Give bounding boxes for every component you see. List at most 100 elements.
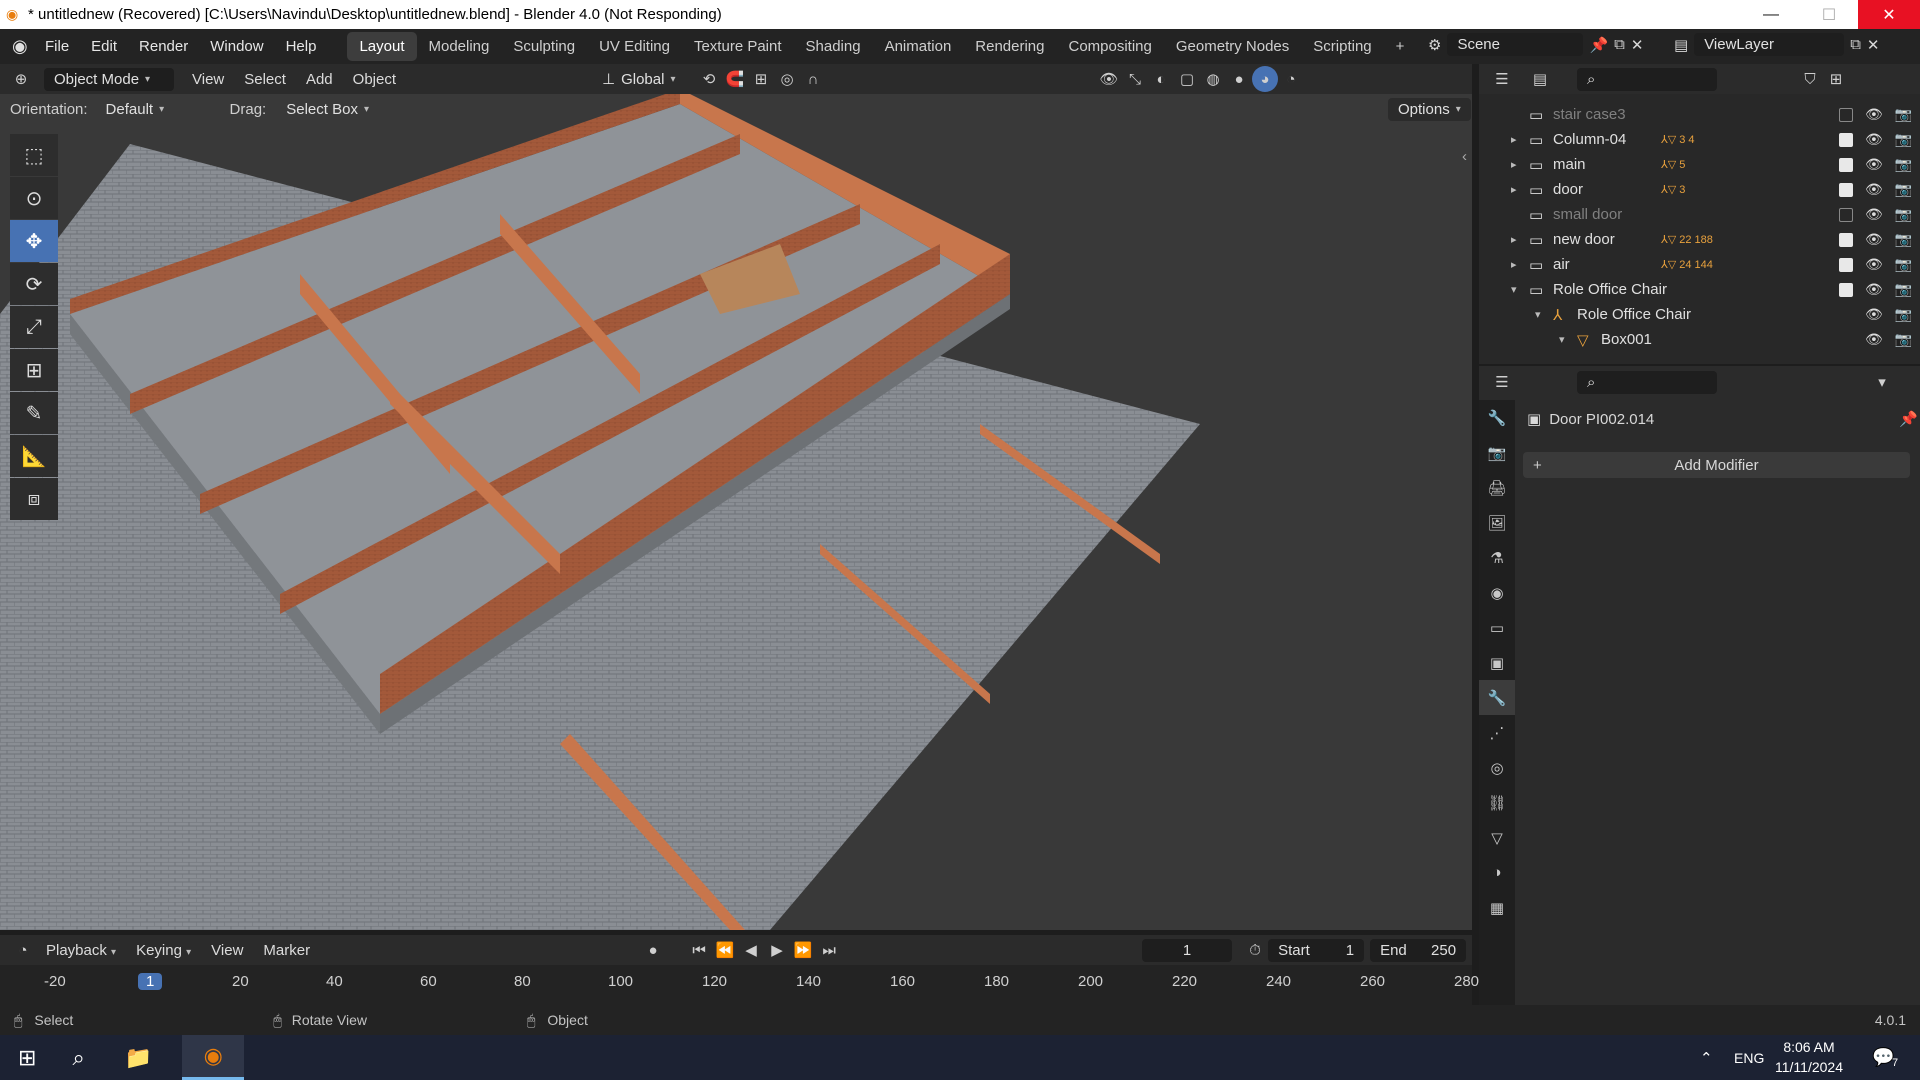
end-frame-field[interactable]: End 250: [1370, 938, 1467, 962]
outliner-row[interactable]: ▾ ▭ Role Office Chair 👁 📷: [1479, 277, 1920, 302]
object-menu[interactable]: Object: [343, 71, 406, 88]
filter-icon[interactable]: ⛉: [1797, 66, 1823, 92]
play-icon[interactable]: ▶: [764, 937, 790, 963]
tab-uv-editing[interactable]: UV Editing: [587, 32, 682, 61]
expand-arrow-icon[interactable]: ▸: [1511, 158, 1517, 171]
snap-icon[interactable]: 🧲: [722, 66, 748, 92]
outliner-row[interactable]: ▾ ⅄ Role Office Chair 👁 📷: [1479, 302, 1920, 327]
tab-shading[interactable]: Shading: [794, 32, 873, 61]
tool-tab-icon[interactable]: 🔧: [1479, 400, 1515, 435]
child-count-badge[interactable]: ⅄▽ 3 4: [1661, 133, 1695, 146]
drag-select[interactable]: Select Box ▾: [276, 98, 379, 121]
playback-menu[interactable]: Playback ▾: [36, 942, 126, 959]
blender-taskbar-icon[interactable]: ◉: [182, 1035, 245, 1080]
orientation-select[interactable]: Default ▾: [96, 98, 216, 121]
jump-end-icon[interactable]: ⏭: [816, 937, 842, 963]
transform-orientation-select[interactable]: ⊥ Global ▾: [592, 67, 688, 91]
tab-sculpting[interactable]: Sculpting: [501, 32, 587, 61]
add-cube-tool-icon[interactable]: ⧈: [10, 478, 58, 520]
menu-window[interactable]: Window: [199, 38, 274, 55]
hide-eye-icon[interactable]: 👁: [1865, 106, 1883, 123]
outliner-row[interactable]: ▭ small door 👁 📷: [1479, 202, 1920, 227]
hide-eye-icon[interactable]: 👁: [1865, 131, 1883, 148]
sidebar-toggle-icon[interactable]: ‹: [1462, 148, 1467, 165]
expand-arrow-icon[interactable]: ▸: [1511, 183, 1517, 196]
collection-tab-icon[interactable]: ▭: [1479, 610, 1515, 645]
viewlayer-field[interactable]: ViewLayer: [1694, 33, 1845, 56]
outliner-row[interactable]: ▸ ▭ door ⅄▽ 3 👁 📷: [1479, 177, 1920, 202]
output-tab-icon[interactable]: 🖨: [1479, 470, 1515, 505]
view-menu[interactable]: View: [182, 71, 234, 88]
marker-menu[interactable]: Marker: [253, 942, 320, 959]
close-button[interactable]: ✕: [1858, 0, 1920, 29]
exclude-checkbox[interactable]: [1839, 207, 1853, 222]
hide-eye-icon[interactable]: 👁: [1865, 306, 1883, 323]
exclude-checkbox[interactable]: [1839, 257, 1853, 272]
transform-tool-icon[interactable]: ⊞: [10, 349, 58, 391]
tab-compositing[interactable]: Compositing: [1057, 32, 1164, 61]
proportional-edit-icon[interactable]: ◎: [774, 66, 800, 92]
texture-tab-icon[interactable]: ▦: [1479, 890, 1515, 925]
new-scene-icon[interactable]: ⧉: [1614, 36, 1625, 53]
add-modifier-button[interactable]: + Add Modifier: [1523, 452, 1910, 478]
outliner-search[interactable]: ⌕: [1577, 67, 1717, 91]
child-count-badge[interactable]: ⅄▽ 24 144: [1661, 258, 1713, 271]
expand-arrow-icon[interactable]: ▾: [1559, 333, 1565, 346]
exclude-checkbox[interactable]: [1839, 182, 1853, 197]
snap-target-icon[interactable]: ⊞: [748, 66, 774, 92]
hide-eye-icon[interactable]: 👁: [1865, 206, 1883, 223]
pivot-icon[interactable]: ⟲: [696, 66, 722, 92]
outliner-row[interactable]: ▭ stair case3 👁 📷: [1479, 102, 1920, 127]
hide-eye-icon[interactable]: 👁: [1865, 281, 1883, 298]
select-box-tool-icon[interactable]: ⬚: [10, 134, 58, 176]
tab-scripting[interactable]: Scripting: [1301, 32, 1383, 61]
annotate-tool-icon[interactable]: ✎: [10, 392, 58, 434]
render-camera-icon[interactable]: 📷: [1895, 181, 1912, 198]
jump-key-back-icon[interactable]: ⏪: [712, 937, 738, 963]
exclude-checkbox[interactable]: [1839, 107, 1853, 122]
pin-icon[interactable]: 📌: [1589, 36, 1608, 54]
outliner-row[interactable]: ▸ ▭ main ⅄▽ 5 👁 📷: [1479, 152, 1920, 177]
render-camera-icon[interactable]: 📷: [1895, 131, 1912, 148]
visibility-icon[interactable]: 👁: [1096, 66, 1122, 92]
data-tab-icon[interactable]: ▽: [1479, 820, 1515, 855]
tab-texture-paint[interactable]: Texture Paint: [682, 32, 794, 61]
tab-geometry-nodes[interactable]: Geometry Nodes: [1164, 32, 1301, 61]
add-menu[interactable]: Add: [296, 71, 343, 88]
hide-eye-icon[interactable]: 👁: [1865, 156, 1883, 173]
menu-render[interactable]: Render: [128, 38, 199, 55]
hide-eye-icon[interactable]: 👁: [1865, 231, 1883, 248]
scene-field[interactable]: Scene: [1447, 33, 1584, 56]
shading-rendered-icon[interactable]: ◔: [1278, 66, 1304, 92]
tray-expand-icon[interactable]: ⌃: [1700, 1049, 1713, 1067]
keying-menu[interactable]: Keying ▾: [126, 942, 201, 959]
timeline-ruler[interactable]: -20 1 20 40 60 80 100 120 140 160 180 200 220 240 260 2…: [0, 965, 1479, 1005]
xray-icon[interactable]: ▢: [1174, 66, 1200, 92]
file-explorer-icon[interactable]: 📁: [125, 1045, 152, 1071]
tab-rendering[interactable]: Rendering: [963, 32, 1056, 61]
select-menu[interactable]: Select: [234, 71, 296, 88]
shading-wireframe-icon[interactable]: ◍: [1200, 66, 1226, 92]
tab-animation[interactable]: Animation: [873, 32, 964, 61]
material-tab-icon[interactable]: ◑: [1479, 855, 1515, 890]
record-icon[interactable]: ●: [640, 937, 666, 963]
world-tab-icon[interactable]: ◉: [1479, 575, 1515, 610]
current-frame-field[interactable]: 1: [1142, 938, 1233, 962]
child-count-badge[interactable]: ⅄▽ 5: [1661, 158, 1685, 171]
add-workspace-icon[interactable]: +: [1384, 32, 1417, 61]
options-dropdown[interactable]: Options ▾: [1388, 97, 1471, 121]
shading-solid-icon[interactable]: ●: [1226, 66, 1252, 92]
render-tab-icon[interactable]: 📷: [1479, 435, 1515, 470]
jump-start-icon[interactable]: ⏮: [686, 937, 712, 963]
jump-key-forward-icon[interactable]: ⏩: [790, 937, 816, 963]
overlay-icon[interactable]: ◐: [1148, 66, 1174, 92]
rotate-tool-icon[interactable]: ⟳: [10, 263, 58, 305]
render-camera-icon[interactable]: 📷: [1895, 306, 1912, 323]
delete-viewlayer-icon[interactable]: ✕: [1867, 36, 1880, 54]
expand-arrow-icon[interactable]: ▾: [1511, 283, 1517, 296]
hide-eye-icon[interactable]: 👁: [1865, 331, 1883, 348]
exclude-checkbox[interactable]: [1839, 232, 1853, 247]
outliner-row[interactable]: ▾ ▽ Box001 👁 📷: [1479, 327, 1920, 352]
properties-search[interactable]: ⌕: [1577, 370, 1717, 394]
timeline-editor-icon[interactable]: ◔: [10, 937, 36, 963]
